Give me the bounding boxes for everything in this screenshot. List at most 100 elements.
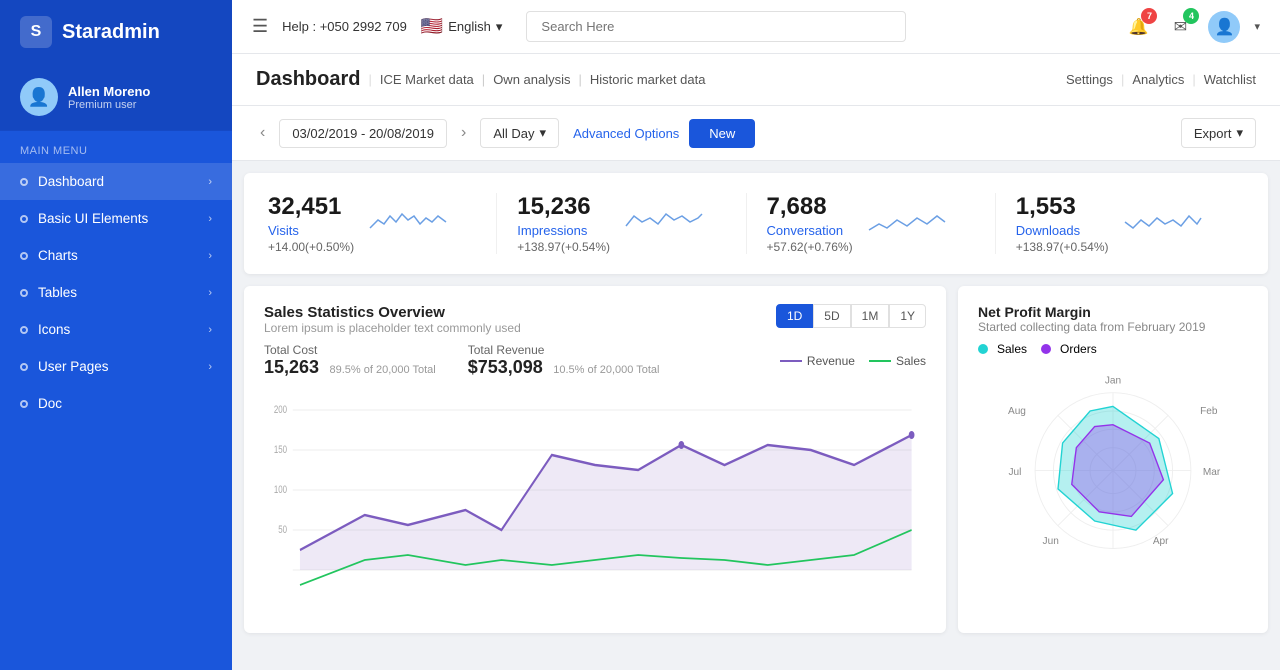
stat-value: 32,451 bbox=[268, 193, 354, 221]
stat-value: 15,236 bbox=[517, 193, 610, 221]
time-btn-5d[interactable]: 5D bbox=[813, 304, 850, 328]
net-profit-subtitle: Started collecting data from February 20… bbox=[978, 320, 1248, 334]
menu-label: Main Menu bbox=[0, 131, 232, 163]
stat-impressions: 15,236 Impressions +138.97(+0.54%) bbox=[497, 193, 746, 254]
chevron-right-icon: › bbox=[208, 176, 212, 188]
flag-icon: 🇺🇸 bbox=[421, 16, 443, 37]
hamburger-icon[interactable]: ☰ bbox=[252, 16, 268, 37]
next-date-button[interactable]: › bbox=[457, 124, 470, 142]
time-btn-1y[interactable]: 1Y bbox=[889, 304, 926, 328]
sparkline-downloads bbox=[1123, 206, 1203, 242]
nav-dot bbox=[20, 215, 28, 223]
new-button[interactable]: New bbox=[689, 119, 755, 148]
sidebar-logo: S Staradmin bbox=[0, 0, 232, 64]
logo-icon: S bbox=[20, 16, 52, 48]
total-cost-value: 15,263 bbox=[264, 357, 319, 377]
sidebar-item-charts[interactable]: Charts › bbox=[0, 237, 232, 274]
stat-visits: 32,451 Visits +14.00(+0.50%) bbox=[268, 193, 497, 254]
stat-label: Downloads bbox=[1016, 223, 1109, 238]
toolbar: ‹ 03/02/2019 - 20/08/2019 › All Day ▾ Ad… bbox=[232, 106, 1280, 161]
language-selector[interactable]: 🇺🇸 English ▾ bbox=[421, 16, 503, 37]
sidebar-item-label: User Pages bbox=[38, 359, 109, 374]
total-revenue-block: Total Revenue $753,098 10.5% of 20,000 T… bbox=[468, 343, 660, 378]
stat-change: +138.97(+0.54%) bbox=[1016, 240, 1109, 254]
topbar-icons: 🔔 7 ✉ 4 👤 ▾ bbox=[1124, 11, 1260, 43]
total-revenue-label: Total Revenue bbox=[468, 343, 660, 357]
date-range-selector[interactable]: 03/02/2019 - 20/08/2019 bbox=[279, 119, 447, 148]
legend-revenue: Revenue bbox=[807, 354, 855, 368]
svg-text:Apr: Apr bbox=[1153, 536, 1169, 547]
search-input[interactable] bbox=[526, 11, 906, 42]
svg-text:Jun: Jun bbox=[1043, 536, 1059, 547]
user-avatar-top[interactable]: 👤 bbox=[1208, 11, 1240, 43]
user-dropdown-arrow-icon[interactable]: ▾ bbox=[1254, 20, 1260, 33]
svg-text:100: 100 bbox=[274, 484, 287, 497]
sidebar-item-basic-ui[interactable]: Basic UI Elements › bbox=[0, 200, 232, 237]
search-box bbox=[526, 11, 906, 42]
radar-legend: Sales Orders bbox=[978, 342, 1248, 356]
total-cost-pct: 89.5% of 20,000 Total bbox=[330, 364, 436, 376]
nav-dot bbox=[20, 289, 28, 297]
notifications-bell[interactable]: 🔔 7 bbox=[1124, 13, 1152, 41]
svg-text:Aug: Aug bbox=[1008, 406, 1026, 417]
time-btn-1d[interactable]: 1D bbox=[776, 304, 813, 328]
svg-text:Mar: Mar bbox=[1203, 467, 1221, 478]
bell-badge: 7 bbox=[1141, 8, 1157, 24]
stats-row: 32,451 Visits +14.00(+0.50%) 15,236 Impr… bbox=[244, 173, 1268, 274]
svg-text:Jul: Jul bbox=[1008, 467, 1021, 478]
stat-label: Conversation bbox=[767, 223, 853, 238]
time-btn-1m[interactable]: 1M bbox=[851, 304, 890, 328]
sparkline-conversation bbox=[867, 206, 947, 242]
stat-change: +14.00(+0.50%) bbox=[268, 240, 354, 254]
chevron-right-icon: › bbox=[208, 287, 212, 299]
stat-conversation: 7,688 Conversation +57.62(+0.76%) bbox=[747, 193, 996, 254]
main-area: ☰ Help : +050 2992 709 🇺🇸 English ▾ 🔔 7 … bbox=[232, 0, 1280, 670]
stat-downloads: 1,553 Downloads +138.97(+0.54%) bbox=[996, 193, 1244, 254]
topbar: ☰ Help : +050 2992 709 🇺🇸 English ▾ 🔔 7 … bbox=[232, 0, 1280, 54]
charts-row: Sales Statistics Overview Lorem ipsum is… bbox=[244, 286, 1268, 633]
stat-label: Visits bbox=[268, 223, 354, 238]
sidebar-item-dashboard[interactable]: Dashboard › bbox=[0, 163, 232, 200]
sparkline-impressions bbox=[624, 206, 704, 242]
export-arrow-icon: ▾ bbox=[1236, 125, 1243, 141]
svg-text:150: 150 bbox=[274, 444, 287, 457]
legend-orders-label: Orders bbox=[1060, 342, 1097, 356]
advanced-options-button[interactable]: Advanced Options bbox=[573, 126, 679, 141]
net-profit-card: Net Profit Margin Started collecting dat… bbox=[958, 286, 1268, 633]
chevron-right-icon: › bbox=[208, 213, 212, 225]
export-button[interactable]: Export ▾ bbox=[1181, 118, 1256, 148]
analytics-link[interactable]: Analytics bbox=[1132, 72, 1184, 87]
svg-text:50: 50 bbox=[278, 524, 287, 537]
sidebar-item-user-pages[interactable]: User Pages › bbox=[0, 348, 232, 385]
sidebar-item-icons[interactable]: Icons › bbox=[0, 311, 232, 348]
allday-button[interactable]: All Day ▾ bbox=[480, 118, 559, 148]
stat-change: +57.62(+0.76%) bbox=[767, 240, 853, 254]
total-cost-block: Total Cost 15,263 89.5% of 20,000 Total bbox=[264, 343, 436, 378]
sidebar-item-label: Charts bbox=[38, 248, 78, 263]
sales-line-chart: 200 150 100 50 bbox=[264, 390, 926, 610]
nav-dot bbox=[20, 326, 28, 334]
chevron-right-icon: › bbox=[208, 361, 212, 373]
stat-change: +138.97(+0.54%) bbox=[517, 240, 610, 254]
stat-label: Impressions bbox=[517, 223, 610, 238]
prev-date-button[interactable]: ‹ bbox=[256, 124, 269, 142]
sidebar-item-label: Basic UI Elements bbox=[38, 211, 148, 226]
language-label: English bbox=[448, 19, 491, 34]
total-cost-label: Total Cost bbox=[264, 343, 436, 357]
sidebar-item-doc[interactable]: Doc bbox=[0, 385, 232, 422]
sidebar-item-label: Tables bbox=[38, 285, 77, 300]
nav-link-historic[interactable]: Historic market data bbox=[590, 72, 706, 87]
nav-link-ice[interactable]: ICE Market data bbox=[380, 72, 474, 87]
messages-mail[interactable]: ✉ 4 bbox=[1166, 13, 1194, 41]
sidebar-item-tables[interactable]: Tables › bbox=[0, 274, 232, 311]
svg-text:Jan: Jan bbox=[1105, 376, 1121, 387]
sidebar-item-label: Dashboard bbox=[38, 174, 104, 189]
watchlist-link[interactable]: Watchlist bbox=[1204, 72, 1256, 87]
total-revenue-value: $753,098 bbox=[468, 357, 543, 377]
settings-link[interactable]: Settings bbox=[1066, 72, 1113, 87]
nav-link-own[interactable]: Own analysis bbox=[493, 72, 570, 87]
stat-value: 7,688 bbox=[767, 193, 853, 221]
nav-dot bbox=[20, 363, 28, 371]
content-area: Dashboard | ICE Market data | Own analys… bbox=[232, 54, 1280, 670]
date-range-value: 03/02/2019 - 20/08/2019 bbox=[292, 126, 434, 141]
